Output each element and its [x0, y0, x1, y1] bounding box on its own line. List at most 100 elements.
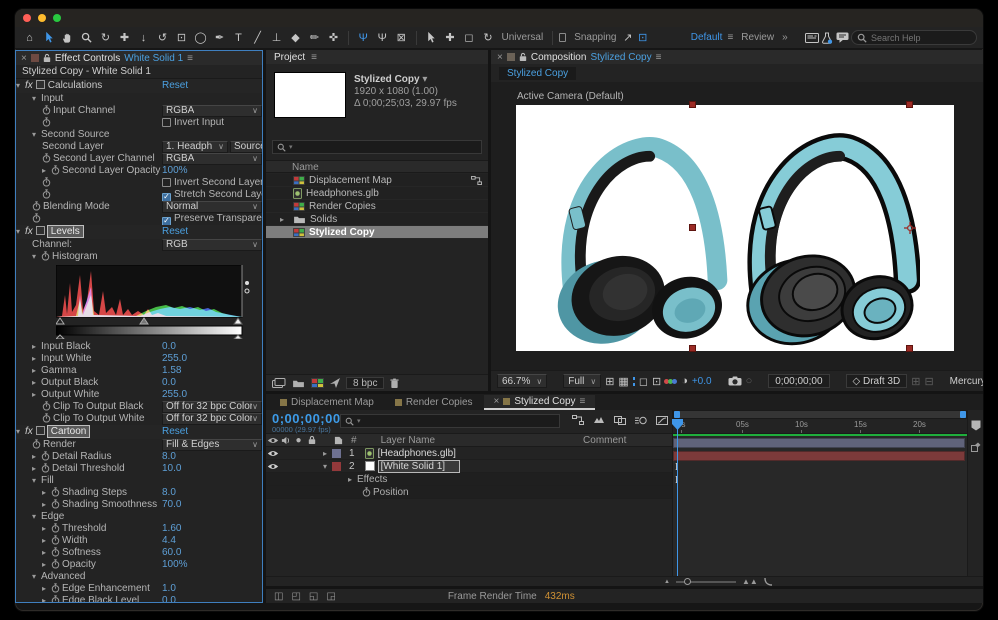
stopwatch-icon[interactable]	[51, 535, 62, 545]
property-value[interactable]: 1.58	[162, 365, 181, 376]
stopwatch-icon[interactable]	[51, 583, 62, 593]
help-search[interactable]	[851, 30, 977, 45]
project-item-displacement-map[interactable]: Displacement Map	[266, 174, 488, 187]
selection-mini-tool[interactable]	[423, 30, 440, 46]
property-checkbox[interactable]: ✓Preserve Transparency	[162, 213, 262, 224]
zoom-tool[interactable]	[78, 30, 95, 46]
layer-handle[interactable]	[906, 101, 913, 108]
exposure-icon[interactable]: ◑	[681, 373, 688, 389]
work-area-start-handle[interactable]	[674, 411, 680, 418]
zoom-out-mountain-icon[interactable]: ▲	[664, 579, 670, 585]
current-time-display[interactable]: 0;00;00;00	[272, 411, 341, 426]
footage-icon[interactable]	[272, 378, 286, 388]
caret-down-icon[interactable]: ▾	[422, 74, 427, 85]
meter-mini-icon[interactable]: ◲	[326, 591, 335, 602]
gizmo-universal[interactable]: Ψ	[355, 30, 372, 46]
expand-icon[interactable]: ▸	[32, 463, 41, 475]
expand-icon[interactable]: ▸	[42, 523, 51, 535]
gizmo-box[interactable]: ⊠	[393, 30, 410, 46]
layer-property-row-position[interactable]: Position	[266, 486, 672, 499]
exposure-value[interactable]: +0.0	[692, 376, 712, 387]
expand-icon[interactable]: ▸	[42, 487, 51, 499]
show-snapshot-icon[interactable]: ○	[746, 373, 753, 389]
twirl-down-icon[interactable]: ▾	[16, 425, 25, 439]
property-dropdown[interactable]: Off for 32 bpc Color∨	[162, 401, 262, 413]
panel-menu-icon[interactable]: ≡	[656, 52, 662, 63]
layer-handle[interactable]	[906, 345, 913, 352]
expand-icon[interactable]: ▸	[42, 595, 51, 602]
timeline-tab-stylized-copy[interactable]: ×Stylized Copy≡	[484, 395, 596, 410]
work-area-bar[interactable]	[673, 410, 967, 419]
pen-tool[interactable]: ✒	[211, 30, 228, 46]
stopwatch-icon[interactable]	[51, 559, 62, 569]
layer-handle[interactable]	[689, 224, 696, 231]
panel-menu-icon[interactable]: ≡	[187, 53, 193, 64]
project-item-stylized-copy[interactable]: Stylized Copy	[266, 226, 488, 239]
project-bpc[interactable]: 8 bpc	[346, 377, 384, 389]
eye-icon[interactable]	[266, 450, 279, 457]
channel-icon[interactable]	[665, 379, 677, 384]
property-value[interactable]: 100%	[162, 165, 188, 176]
twirl-down-icon[interactable]: ▾	[16, 225, 25, 239]
composition-flowchart-icon[interactable]	[572, 415, 584, 425]
snapshot-camera-icon[interactable]	[728, 376, 742, 386]
composition-viewer[interactable]: Active Camera (Default)	[491, 82, 983, 370]
gizmo-local[interactable]: Ψ	[374, 30, 391, 46]
renderer-label[interactable]: Mercury 3D	[950, 376, 983, 387]
timeline-tab-render-copies[interactable]: Render Copies	[385, 395, 483, 410]
feedback-bubble-icon[interactable]	[836, 30, 849, 46]
project-item-headphones-glb[interactable]: Headphones.glb	[266, 187, 488, 200]
resolution-dropdown[interactable]: Full∨	[563, 374, 601, 388]
transparency-grid-icon[interactable]: ▦	[618, 373, 628, 389]
expand-icon[interactable]: ▸	[42, 547, 51, 559]
stopwatch-icon[interactable]	[51, 499, 62, 509]
extended-viewer-icon[interactable]: ⊟	[924, 373, 933, 389]
property-value[interactable]: 0.0	[162, 595, 176, 602]
property-value[interactable]: 1.60	[162, 523, 181, 534]
layer-duration-bar[interactable]	[673, 451, 965, 461]
twirl-icon[interactable]: ▾	[32, 129, 41, 141]
stopwatch-icon[interactable]	[41, 251, 52, 261]
layer-handle[interactable]	[689, 345, 696, 352]
curve-icon[interactable]	[764, 577, 773, 586]
lock-icon[interactable]	[519, 52, 527, 62]
trash-icon[interactable]	[390, 378, 399, 389]
anchor-point-icon[interactable]	[904, 222, 916, 234]
brush-tool[interactable]: ╱	[249, 30, 266, 46]
eye-icon[interactable]	[266, 463, 279, 470]
layer-duration-bar[interactable]	[673, 438, 965, 448]
project-item-name[interactable]: Stylized Copy	[354, 74, 420, 85]
composition-canvas[interactable]	[516, 105, 954, 351]
effect-header-levels[interactable]: ▾fxLevelsReset	[16, 225, 262, 239]
crop-region-icon[interactable]: ⊡	[652, 373, 661, 389]
snap-features-icon[interactable]: ⊡	[636, 30, 649, 46]
layer-property-row-effects[interactable]: ▸Effects	[266, 473, 672, 486]
stopwatch-icon[interactable]	[51, 487, 62, 497]
type-tool[interactable]: T	[230, 30, 247, 46]
stopwatch-icon[interactable]	[41, 451, 52, 461]
stopwatch-icon[interactable]	[42, 413, 53, 423]
twirl-icon[interactable]: ▾	[318, 462, 332, 471]
timeline-tab-displacement-map[interactable]: Displacement Map	[270, 395, 384, 410]
expand-icon[interactable]: ▸	[42, 165, 51, 177]
stopwatch-icon[interactable]	[51, 595, 62, 602]
expand-icon[interactable]: ▸	[42, 535, 51, 547]
shape-tool[interactable]: ◯	[192, 30, 209, 46]
twirl-icon[interactable]: ▸	[348, 475, 357, 484]
workspace-review[interactable]: Review	[741, 32, 774, 43]
property-dropdown[interactable]: Normal∨	[162, 201, 262, 213]
cache-mini-icon[interactable]: ◱	[309, 591, 318, 602]
expand-icon[interactable]: ▸	[32, 341, 41, 353]
layer-row-2[interactable]: ▾2[White Solid 1]	[266, 460, 672, 473]
property-dropdown[interactable]: Off for 32 bpc Color∨	[162, 413, 262, 425]
stopwatch-icon[interactable]	[42, 105, 53, 115]
shy-icon[interactable]	[593, 415, 605, 425]
magnification-dropdown[interactable]: 66.7%∨	[497, 374, 547, 388]
close-window-button[interactable]	[23, 14, 31, 22]
twirl-icon[interactable]: ▸	[318, 449, 332, 458]
add-tool[interactable]: ✚	[442, 30, 459, 46]
eraser-tool[interactable]: ◆	[287, 30, 304, 46]
help-search-input[interactable]	[871, 33, 971, 43]
effect-enabled-icon[interactable]	[36, 80, 45, 89]
stopwatch-icon[interactable]	[42, 189, 53, 199]
